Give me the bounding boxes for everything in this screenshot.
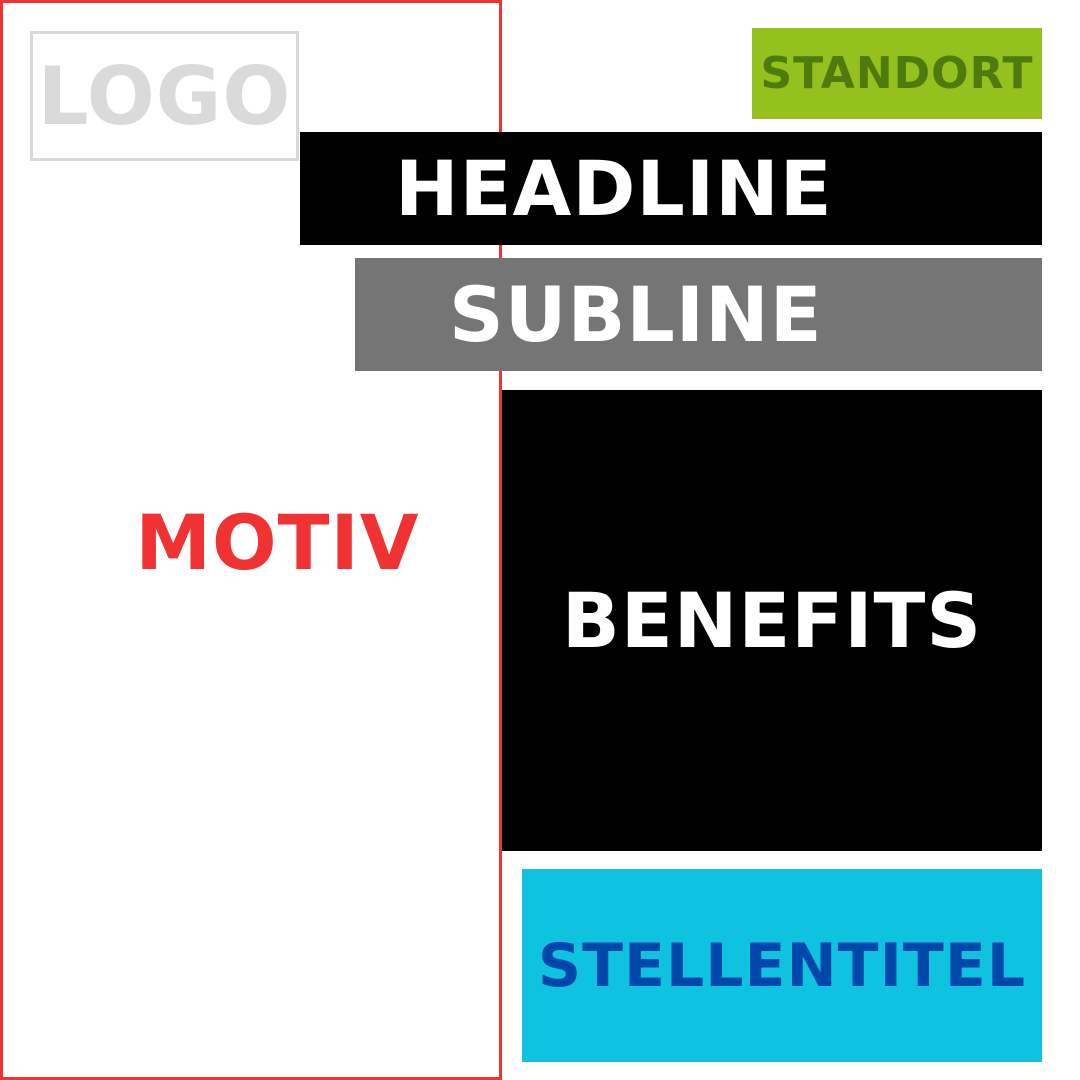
logo-label: LOGO bbox=[37, 49, 292, 143]
headline-box: HEADLINE bbox=[300, 132, 1042, 245]
stellentitel-box: STELLENTITEL bbox=[522, 869, 1042, 1062]
headline-label: HEADLINE bbox=[395, 144, 833, 233]
benefits-label: BENEFITS bbox=[561, 576, 983, 665]
standort-label: STANDORT bbox=[760, 48, 1034, 99]
subline-label: SUBLINE bbox=[449, 270, 823, 359]
stellentitel-label: STELLENTITEL bbox=[537, 930, 1027, 1001]
standort-box: STANDORT bbox=[752, 28, 1042, 119]
subline-box: SUBLINE bbox=[355, 258, 1042, 371]
logo-placeholder: LOGO bbox=[30, 31, 299, 161]
motiv-label: MOTIV bbox=[135, 498, 420, 587]
benefits-box: BENEFITS bbox=[502, 390, 1042, 851]
